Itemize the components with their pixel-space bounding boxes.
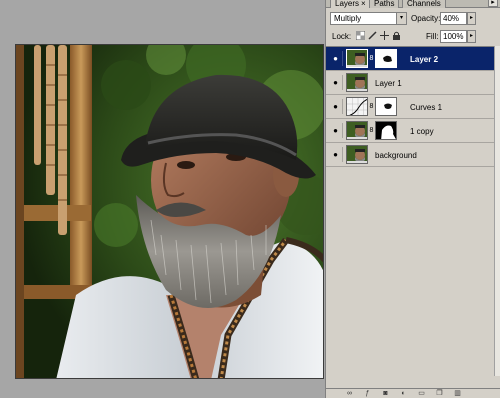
layer-name: Layer 1: [375, 79, 402, 88]
move-icon-svg: [380, 31, 389, 40]
layer-thumbnail: [346, 73, 368, 92]
brush-icon[interactable]: [368, 31, 377, 40]
layer-mask-thumbnail[interactable]: [375, 49, 397, 68]
tab-channels[interactable]: Channels: [402, 0, 446, 8]
blend-mode-select[interactable]: Multiply ▾: [330, 12, 407, 25]
layer-thumbnail: [346, 49, 368, 68]
layer-row-layer-2[interactable]: ● 8 Layer 2: [326, 47, 494, 71]
opacity-slider-button[interactable]: ▸: [467, 12, 476, 25]
lock-icon-svg: [393, 31, 400, 40]
layers-scrollbar[interactable]: [494, 46, 500, 376]
tab-channels-label: Channels: [407, 0, 441, 8]
blend-mode-value: Multiply: [334, 14, 362, 23]
lock-row: Lock: Fill: 100% ▸: [326, 28, 500, 44]
mask-link-icon[interactable]: 8: [369, 54, 374, 63]
blend-row: Multiply ▾ Opacity: 40% ▸: [326, 10, 500, 26]
thumbnail-image: [347, 74, 367, 91]
photo-document[interactable]: [15, 44, 324, 379]
link-icon[interactable]: ∞: [344, 390, 355, 398]
fill-input[interactable]: 100%: [440, 30, 467, 43]
canvas-area[interactable]: [0, 0, 326, 398]
curves-graph: [347, 98, 367, 115]
layer-name: background: [375, 151, 417, 160]
layer-row-background[interactable]: ● background: [326, 143, 494, 167]
layer-thumbnail: [346, 121, 368, 140]
adjustment-icon[interactable]: ◐: [398, 390, 409, 398]
mask-image: [376, 122, 396, 139]
fill-slider-button[interactable]: ▸: [467, 30, 476, 43]
tab-layers-label: Layers: [335, 0, 360, 8]
folder-icon[interactable]: ▭: [416, 390, 427, 398]
thumbnail-image: [347, 146, 367, 163]
fx-icon[interactable]: ƒ: [362, 390, 373, 398]
eye-icon[interactable]: ●: [329, 147, 343, 162]
lock-icon[interactable]: [392, 31, 401, 40]
fill-label: Fill:: [426, 32, 439, 41]
close-icon[interactable]: ×: [361, 0, 366, 8]
layer-thumbnail: [346, 145, 368, 164]
chevron-down-icon: ▾: [396, 13, 406, 24]
opacity-input[interactable]: 40%: [440, 12, 467, 25]
tab-paths[interactable]: Paths: [369, 0, 400, 8]
mask-image: [376, 98, 396, 115]
mask-link-icon[interactable]: 8: [369, 126, 374, 135]
layer-name: 1 copy: [410, 127, 434, 136]
palette-menu-button[interactable]: ▸: [488, 0, 498, 7]
checker-icon-svg: [355, 30, 366, 41]
eye-icon[interactable]: ●: [329, 99, 343, 114]
layer-mask-thumbnail[interactable]: [375, 121, 397, 140]
layer-mask-thumbnail[interactable]: [375, 97, 397, 116]
eye-icon[interactable]: ●: [329, 75, 343, 90]
palette-bottom-bar: ∞ ƒ ◙ ◐ ▭ ❐ ▥: [326, 388, 500, 398]
layers-palette: Layers × Paths Channels ▸ Multiply ▾ Opac…: [325, 0, 500, 398]
layer-row-curves-1[interactable]: ● 8 Curves 1: [326, 95, 494, 119]
portrait-image: [16, 45, 323, 378]
checker-icon[interactable]: [355, 30, 366, 41]
trash-icon[interactable]: ▥: [452, 390, 463, 398]
mask-link-icon[interactable]: 8: [369, 102, 374, 111]
palette-tabs: Layers × Paths Channels ▸: [326, 0, 500, 8]
layer-row-1-copy[interactable]: ● 8 1 copy: [326, 119, 494, 143]
mask-icon[interactable]: ◙: [380, 390, 391, 398]
curves-adjustment-icon: [346, 97, 368, 116]
thumbnail-image: [347, 50, 367, 67]
layer-name: Layer 2: [410, 55, 439, 64]
eye-icon[interactable]: ●: [329, 51, 343, 66]
thumbnail-image: [347, 122, 367, 139]
tab-paths-label: Paths: [374, 0, 395, 8]
layer-name: Curves 1: [410, 103, 443, 112]
eye-icon[interactable]: ●: [329, 123, 343, 138]
move-icon[interactable]: [380, 31, 389, 40]
new-layer-icon[interactable]: ❐: [434, 390, 445, 398]
tab-layers[interactable]: Layers ×: [330, 0, 371, 8]
layers-list: ● 8 Layer 2 ● Layer 1 ● 8 Curves 1 ● 8 1…: [326, 46, 494, 376]
opacity-label: Opacity:: [411, 14, 441, 23]
brush-icon-svg: [368, 31, 377, 40]
layer-row-layer-1[interactable]: ● Layer 1: [326, 71, 494, 95]
lock-label: Lock:: [332, 32, 352, 41]
mask-image: [376, 50, 396, 67]
